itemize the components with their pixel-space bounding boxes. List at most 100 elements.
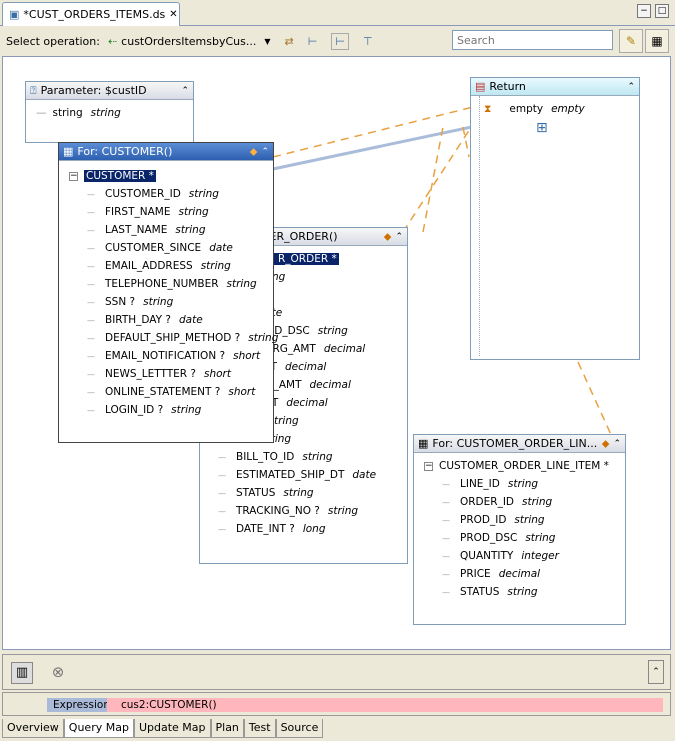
- tab-update-map[interactable]: Update Map: [133, 719, 211, 738]
- field-name: TRACKING_NO ?: [236, 505, 320, 517]
- field-type: integer: [521, 550, 559, 562]
- calculator-button[interactable]: ▥: [11, 662, 33, 684]
- collapse-icon[interactable]: ⌃: [627, 82, 635, 92]
- line-item-field-row[interactable]: — PRICE decimal: [442, 565, 625, 583]
- field-name: DEFAULT_SHIP_METHOD ?: [105, 332, 241, 344]
- field-type: string: [507, 586, 538, 598]
- chevron-down-icon[interactable]: ▼: [264, 37, 270, 46]
- return-box[interactable]: ▤ Return ⌃ ⧗ empty empty ⊞: [470, 77, 640, 360]
- customer-field-row[interactable]: — ONLINE_STATEMENT ? short: [87, 383, 273, 401]
- order-field-row[interactable]: — BILL_TO_ID string: [218, 448, 407, 466]
- field-type: string: [248, 332, 279, 344]
- collapse-tree-icon[interactable]: −: [424, 461, 433, 471]
- field-type: decimal: [498, 568, 541, 580]
- field-type: string: [283, 487, 314, 499]
- collapse-tree-icon[interactable]: −: [69, 171, 78, 181]
- customer-field-row[interactable]: — NEWS_LETTTER ? short: [87, 365, 273, 383]
- field-type: short: [203, 368, 231, 380]
- line-item-field-row[interactable]: — PROD_ID string: [442, 511, 625, 529]
- line-item-header[interactable]: ▦ For: CUSTOMER_ORDER_LIN... ⬥ ⌃: [414, 435, 625, 453]
- customer-field-row[interactable]: — EMAIL_ADDRESS string: [87, 257, 273, 275]
- pin-button[interactable]: ✎: [619, 29, 643, 53]
- order-field-row[interactable]: — ESTIMATED_SHIP_DT date: [218, 466, 407, 484]
- tab-test[interactable]: Test: [243, 719, 276, 738]
- customer-box[interactable]: ▦ For: CUSTOMER() ⬥ ⌃ − CUSTOMER * — CUST…: [58, 142, 278, 443]
- field-type: string: [175, 224, 206, 236]
- customer-field-row[interactable]: — LOGIN_ID ? string: [87, 401, 273, 419]
- field-type: string: [514, 514, 545, 526]
- customer-field-row[interactable]: — DEFAULT_SHIP_METHOD ? string: [87, 329, 278, 347]
- tab-query-map[interactable]: Query Map: [63, 719, 134, 738]
- field-type: decimal: [284, 361, 327, 373]
- customer-field-row[interactable]: — CUSTOMER_ID string: [87, 185, 273, 203]
- parameter-box[interactable]: ⍰ Parameter: $custID ⌃ — string string: [25, 81, 194, 143]
- line-item-field-row[interactable]: — PROD_DSC string: [442, 529, 625, 547]
- flag-icon: ⬥: [601, 436, 610, 450]
- pin-icon: ✎: [625, 34, 637, 48]
- customer-root[interactable]: − CUSTOMER *: [69, 167, 273, 185]
- customer-field-row[interactable]: — EMAIL_NOTIFICATION ? short: [87, 347, 273, 365]
- bottom-panel: ▥ ⊗ ⌃: [2, 654, 671, 690]
- tab-source[interactable]: Source: [275, 719, 324, 738]
- minimize-button[interactable]: −: [637, 4, 651, 18]
- line-item-field-row[interactable]: — LINE_ID string: [442, 475, 625, 493]
- collapse-icon[interactable]: ⌃: [613, 439, 621, 449]
- line-item-box[interactable]: ▦ For: CUSTOMER_ORDER_LIN... ⬥ ⌃ − CUSTO…: [413, 434, 626, 625]
- expression-input[interactable]: cus2:CUSTOMER(): [107, 698, 663, 712]
- parameter-title: Parameter: $custID: [40, 84, 147, 97]
- editor-tab[interactable]: ▣ *CUST_ORDERS_ITEMS.ds ✕: [2, 2, 180, 26]
- close-tab-icon[interactable]: ✕: [169, 9, 177, 20]
- flag-icon: ⬥: [249, 144, 258, 158]
- view-mode-button[interactable]: ▦: [645, 29, 669, 53]
- operation-select[interactable]: custOrdersItemsbyCus...: [121, 35, 256, 48]
- field-type: short: [228, 386, 256, 398]
- field-type: date: [209, 242, 233, 254]
- search-input[interactable]: [452, 30, 613, 50]
- collapse-icon[interactable]: ⌃: [261, 147, 269, 157]
- collapse-icon[interactable]: ⌃: [395, 232, 403, 242]
- sync-icon[interactable]: ⇄: [285, 35, 294, 48]
- expression-label: Expression: [47, 698, 110, 712]
- line-item-field-row[interactable]: — ORDER_ID string: [442, 493, 625, 511]
- tree-layout-active-icon[interactable]: ⊢: [331, 32, 349, 50]
- customer-field-row[interactable]: — TELEPHONE_NUMBER string: [87, 275, 273, 293]
- return-row[interactable]: ⧗ empty empty: [484, 100, 639, 118]
- maximize-button[interactable]: □: [655, 4, 669, 18]
- field-type: long: [302, 523, 326, 535]
- customer-field-row[interactable]: — CUSTOMER_SINCE date: [87, 239, 273, 257]
- field-name: STATUS: [236, 487, 276, 499]
- customer-field-row[interactable]: — SSN ? string: [87, 293, 273, 311]
- line-item-field-row[interactable]: — STATUS string: [442, 583, 625, 601]
- tree-layout-icon[interactable]: ⊢: [308, 35, 318, 48]
- query-map-canvas[interactable]: ⍰ Parameter: $custID ⌃ — string string ▤…: [2, 56, 671, 650]
- tab-plan[interactable]: Plan: [210, 719, 244, 738]
- field-name: ORDER_ID: [460, 496, 515, 508]
- return-title: Return: [489, 80, 526, 93]
- tab-overview[interactable]: Overview: [2, 719, 64, 738]
- customer-header[interactable]: ▦ For: CUSTOMER() ⬥ ⌃: [59, 143, 273, 161]
- parameter-header[interactable]: ⍰ Parameter: $custID ⌃: [26, 82, 193, 100]
- line-item-field-row[interactable]: — QUANTITY integer: [442, 547, 625, 565]
- return-header[interactable]: ▤ Return ⌃: [471, 78, 639, 96]
- order-field-row[interactable]: — TRACKING_NO ? string: [218, 502, 407, 520]
- customer-field-row[interactable]: — LAST_NAME string: [87, 221, 273, 239]
- order-field-row[interactable]: — DATE_INT ? long: [218, 520, 407, 538]
- field-name: LAST_NAME: [105, 224, 168, 236]
- collapse-icon[interactable]: ⌃: [181, 86, 189, 96]
- customer-field-row[interactable]: — FIRST_NAME string: [87, 203, 273, 221]
- table-icon: ▦: [63, 145, 74, 158]
- field-name: PROD_DSC: [460, 532, 518, 544]
- tree-expand-icon[interactable]: ⊤: [363, 35, 373, 48]
- line-item-root[interactable]: − CUSTOMER_ORDER_LINE_ITEM *: [424, 457, 625, 475]
- customer-field-row[interactable]: — BIRTH_DAY ? date: [87, 311, 273, 329]
- order-field-row[interactable]: — STATUS string: [218, 484, 407, 502]
- field-name: TELEPHONE_NUMBER: [105, 278, 219, 290]
- field-name: CUSTOMER_ID: [105, 188, 181, 200]
- clear-button[interactable]: ⊗: [47, 662, 69, 684]
- expression-bar: Expression cus2:CUSTOMER(): [2, 692, 671, 716]
- expand-panel-button[interactable]: ⌃: [648, 660, 664, 684]
- flag-icon: ⬥: [383, 229, 392, 243]
- parameter-row[interactable]: — string string: [36, 104, 193, 122]
- line-item-title: For: CUSTOMER_ORDER_LIN...: [432, 437, 598, 450]
- bottom-tabs: Overview Query Map Update Map Plan Test …: [2, 719, 671, 739]
